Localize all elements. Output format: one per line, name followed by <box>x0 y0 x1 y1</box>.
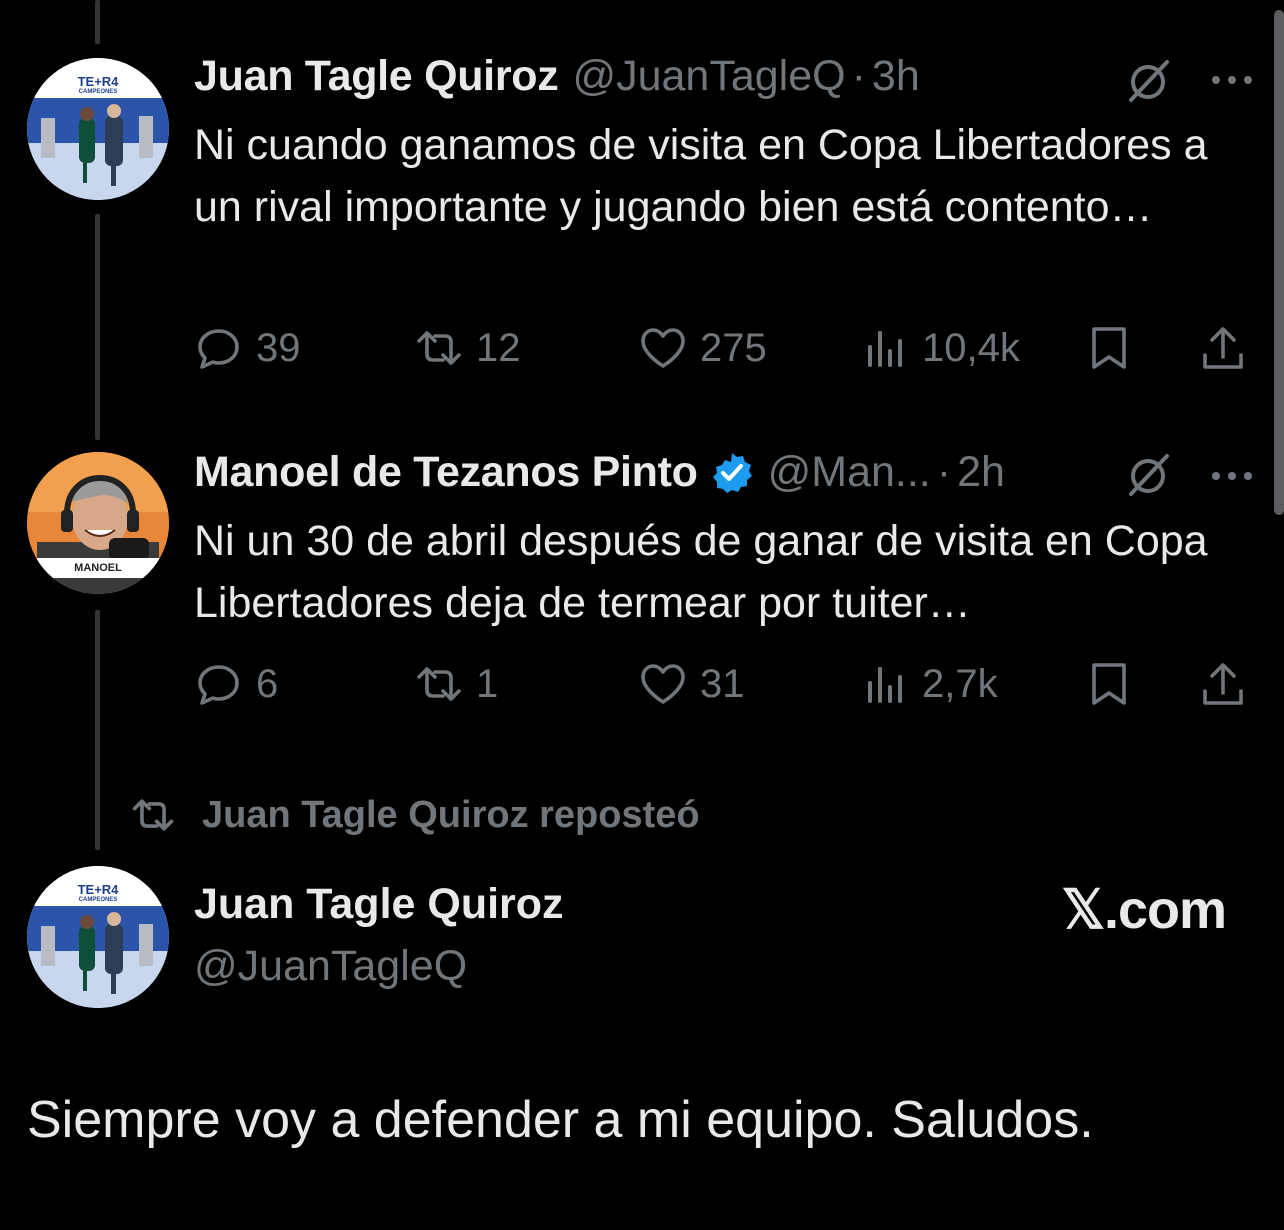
views-icon <box>868 667 902 703</box>
author-name[interactable]: Manoel de Tezanos Pinto <box>194 448 698 497</box>
bookmark-button[interactable] <box>1084 318 1134 378</box>
tweet-header: Juan Tagle Quiroz @JuanTagleQ · 3h <box>194 52 920 101</box>
author-handle[interactable]: @JuanTagleQ <box>194 942 467 991</box>
repost-icon <box>417 331 461 365</box>
thread-line-1 <box>95 214 100 440</box>
reply-icon <box>198 665 239 705</box>
views-count: 2,7k <box>922 661 998 706</box>
repost-label-text: Juan Tagle Quiroz reposteó <box>202 793 700 836</box>
like-button[interactable]: 275 <box>638 318 767 378</box>
avatar-subtitle: CAMPEONES <box>78 89 118 95</box>
reply-count: 39 <box>256 325 301 370</box>
views-count: 10,4k <box>922 325 1020 370</box>
author-handle[interactable]: @Man... <box>768 448 931 497</box>
avatar[interactable]: MANOEL <box>27 452 169 594</box>
avatar-banner: TE+R4 <box>77 74 119 89</box>
separator-dot: · <box>851 52 866 100</box>
tweet-text: Ni un 30 de abril después de ganar de vi… <box>194 517 1208 627</box>
thread-line-2 <box>95 610 100 850</box>
views-button[interactable]: 2,7k <box>860 654 998 714</box>
tweet-text: Ni cuando ganamos de visita en Copa Libe… <box>194 121 1208 231</box>
avatar[interactable]: TE+R4 CAMPEONES <box>27 866 169 1008</box>
avatar-caption: MANOEL <box>74 562 122 574</box>
like-count: 275 <box>700 325 767 370</box>
verified-badge-icon[interactable] <box>710 451 754 495</box>
scrollbar[interactable] <box>1274 10 1284 515</box>
reply-count: 6 <box>256 661 279 706</box>
like-count: 31 <box>700 661 745 706</box>
avatar-subtitle: CAMPEONES <box>78 897 118 903</box>
share-button[interactable] <box>1198 654 1248 714</box>
repost-label[interactable]: Juan Tagle Quiroz reposteó <box>130 792 700 838</box>
like-button[interactable]: 31 <box>638 654 745 714</box>
repost-button[interactable]: 12 <box>414 318 521 378</box>
author-name[interactable]: Juan Tagle Quiroz <box>194 880 564 929</box>
grok-icon[interactable] <box>1124 56 1172 104</box>
share-button[interactable] <box>1198 318 1248 378</box>
reply-button[interactable]: 39 <box>194 318 301 378</box>
thread-line-top <box>95 0 100 44</box>
grok-icon[interactable] <box>1124 450 1172 498</box>
like-icon <box>641 664 685 704</box>
avatar[interactable]: TE+R4 CAMPEONES <box>27 58 169 200</box>
bookmark-icon <box>1092 327 1126 369</box>
avatar-banner: TE+R4 <box>77 882 119 897</box>
views-button[interactable]: 10,4k <box>860 318 1020 378</box>
separator-dot: · <box>936 448 952 496</box>
timestamp[interactable]: 2h <box>957 448 1005 497</box>
repost-button[interactable]: 1 <box>414 654 498 714</box>
more-icon[interactable] <box>1210 74 1254 86</box>
like-icon <box>641 328 685 368</box>
x-logo-watermark: 𝕏.com <box>1061 880 1227 940</box>
more-icon[interactable] <box>1210 470 1254 482</box>
repost-icon <box>132 799 174 831</box>
views-icon <box>868 331 902 367</box>
reply-icon <box>198 329 239 369</box>
bookmark-icon <box>1092 663 1126 705</box>
bookmark-button[interactable] <box>1084 654 1134 714</box>
action-bar: 39 12 275 10,4k <box>194 318 1254 378</box>
share-icon <box>1203 327 1243 369</box>
author-handle[interactable]: @JuanTagleQ <box>572 52 845 101</box>
tweet-text: Siempre voy a defender a mi equipo. Salu… <box>27 1091 1094 1149</box>
author-name[interactable]: Juan Tagle Quiroz <box>194 52 559 101</box>
share-icon <box>1203 663 1243 705</box>
repost-count: 12 <box>476 325 521 370</box>
reply-button[interactable]: 6 <box>194 654 278 714</box>
timestamp[interactable]: 3h <box>872 52 920 101</box>
repost-icon <box>417 667 461 701</box>
repost-count: 1 <box>476 661 499 706</box>
tweet-header: Manoel de Tezanos Pinto @Man... · 2h <box>194 448 1005 497</box>
action-bar: 6 1 31 2,7k <box>194 654 1254 714</box>
